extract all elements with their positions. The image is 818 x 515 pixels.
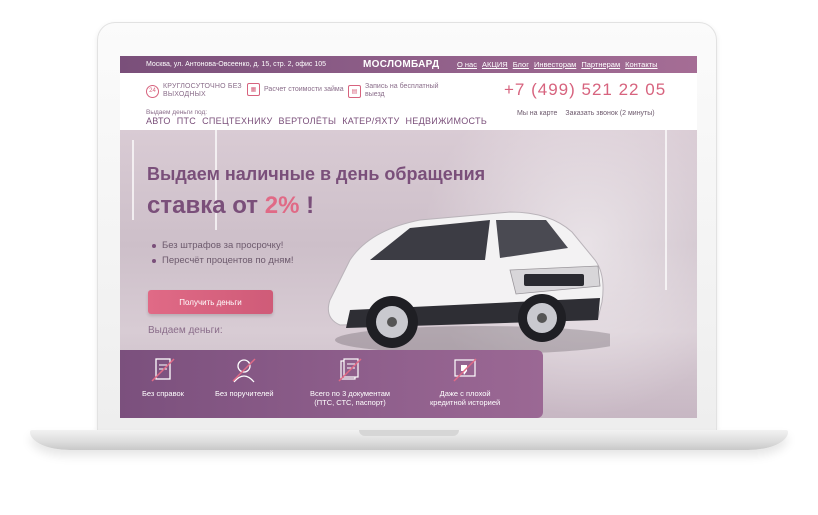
hero-bullets: Без штрафов за просрочку! Пересчёт проце…	[152, 240, 294, 270]
feature-appointment[interactable]: ▤ Запись на бесплатный выезд	[348, 83, 450, 99]
top-nav: О нас АКЦИЯ Блог Инвесторам Партнерам Ко…	[457, 60, 658, 69]
benefit-no-certificates: Без справок	[142, 356, 184, 398]
give-label: Выдаем деньги:	[148, 325, 223, 336]
turbine-pole	[132, 140, 134, 220]
site-header: 24 КРУГЛОСУТОЧНО БЕЗ ВЫХОДНЫХ ▦ Расчет с…	[120, 73, 697, 130]
get-money-button[interactable]: Получить деньги	[148, 290, 273, 314]
benefit-bad-credit: Даже с плохой кредитной историей	[430, 356, 500, 407]
clock-24-icon: 24	[146, 84, 159, 98]
brand-logo[interactable]: МОСЛОМБАРД	[363, 59, 439, 70]
bullet-text: Без штрафов за просрочку!	[162, 240, 284, 251]
benefit-label: Даже с плохой кредитной историей	[430, 389, 501, 407]
category-boats[interactable]: КАТЕР/ЯХТУ	[342, 116, 399, 126]
feature-24h: 24 КРУГЛОСУТОЧНО БЕЗ ВЫХОДНЫХ	[146, 83, 248, 99]
header-links: Мы на карте Заказать звонок (2 минуты)	[517, 110, 655, 117]
category-auto[interactable]: АВТО	[146, 116, 171, 126]
feature-24h-text: КРУГЛОСУТОЧНО БЕЗ ВЫХОДНЫХ	[163, 83, 242, 98]
category-machinery[interactable]: СПЕЦТЕХНИКУ	[202, 116, 272, 126]
documents-stack-icon	[338, 358, 362, 382]
category-nav: АВТО ПТС СПЕЦТЕХНИКУ ВЕРТОЛЁТЫ КАТЕР/ЯХТ…	[146, 116, 487, 126]
address-text: Москва, ул. Антонова-Овсеенко, д. 15, ст…	[146, 61, 327, 68]
benefits-strip: Без справок Без поручителей Всего по 3 д…	[120, 350, 543, 418]
bullet-item: Пересчёт процентов по дням!	[152, 255, 294, 266]
benefit-label: Без поручителей	[215, 389, 274, 398]
nav-blog[interactable]: Блог	[513, 60, 529, 69]
category-pts[interactable]: ПТС	[177, 116, 196, 126]
calendar-icon: ▤	[348, 84, 361, 98]
nav-contacts[interactable]: Контакты	[625, 60, 657, 69]
hero-rate: ставка от 2% !	[147, 192, 314, 220]
calculator-icon: ▦	[247, 83, 260, 96]
laptop-screen: Москва, ул. Антонова-Овсеенко, д. 15, ст…	[120, 56, 697, 418]
phone-number[interactable]: +7 (499) 521 22 05	[504, 80, 666, 100]
bullet-text: Пересчёт процентов по дням!	[162, 255, 294, 266]
benefit-label: Без справок	[142, 389, 184, 398]
turbine-pole	[665, 130, 667, 290]
map-link[interactable]: Мы на карте	[517, 110, 557, 117]
top-bar: Москва, ул. Антонова-Овсеенко, д. 15, ст…	[120, 56, 697, 73]
person-crossed-icon	[232, 358, 256, 383]
document-crossed-icon	[151, 358, 175, 382]
loan-label: Выдаем деньги под:	[146, 109, 208, 116]
nav-about[interactable]: О нас	[457, 60, 477, 69]
feature-appointment-text: Запись на бесплатный выезд	[365, 83, 439, 98]
callback-link[interactable]: Заказать звонок (2 минуты)	[565, 110, 654, 117]
category-realty[interactable]: НЕДВИЖИМОСТЬ	[406, 116, 488, 126]
car-image	[327, 211, 610, 354]
benefit-three-documents: Всего по 3 документам (ПТС, СТС, паспорт…	[310, 356, 390, 407]
bullet-dot-icon	[152, 258, 156, 263]
feature-calculator-text: Расчет стоимости займа	[264, 85, 344, 93]
feature-calculator[interactable]: ▦ Расчет стоимости займа	[247, 83, 349, 96]
nav-investors[interactable]: Инвесторам	[534, 60, 576, 69]
nav-partners[interactable]: Партнерам	[581, 60, 620, 69]
benefit-no-guarantors: Без поручителей	[215, 356, 274, 398]
hero-rate-value: 2%	[264, 192, 300, 219]
hero-section: Выдаем наличные в день обращения ставка …	[120, 130, 697, 418]
nav-promo[interactable]: АКЦИЯ	[482, 60, 508, 69]
bullet-item: Без штрафов за просрочку!	[152, 240, 294, 251]
category-helicopters[interactable]: ВЕРТОЛЁТЫ	[279, 116, 337, 126]
thumbs-down-icon	[453, 358, 477, 382]
laptop-notch	[359, 430, 459, 436]
hero-title: Выдаем наличные в день обращения	[147, 164, 486, 184]
hero-rate-prefix: ставка от	[147, 192, 259, 219]
bullet-dot-icon	[152, 243, 156, 248]
benefit-label: Всего по 3 документам (ПТС, СТС, паспорт…	[310, 389, 391, 407]
